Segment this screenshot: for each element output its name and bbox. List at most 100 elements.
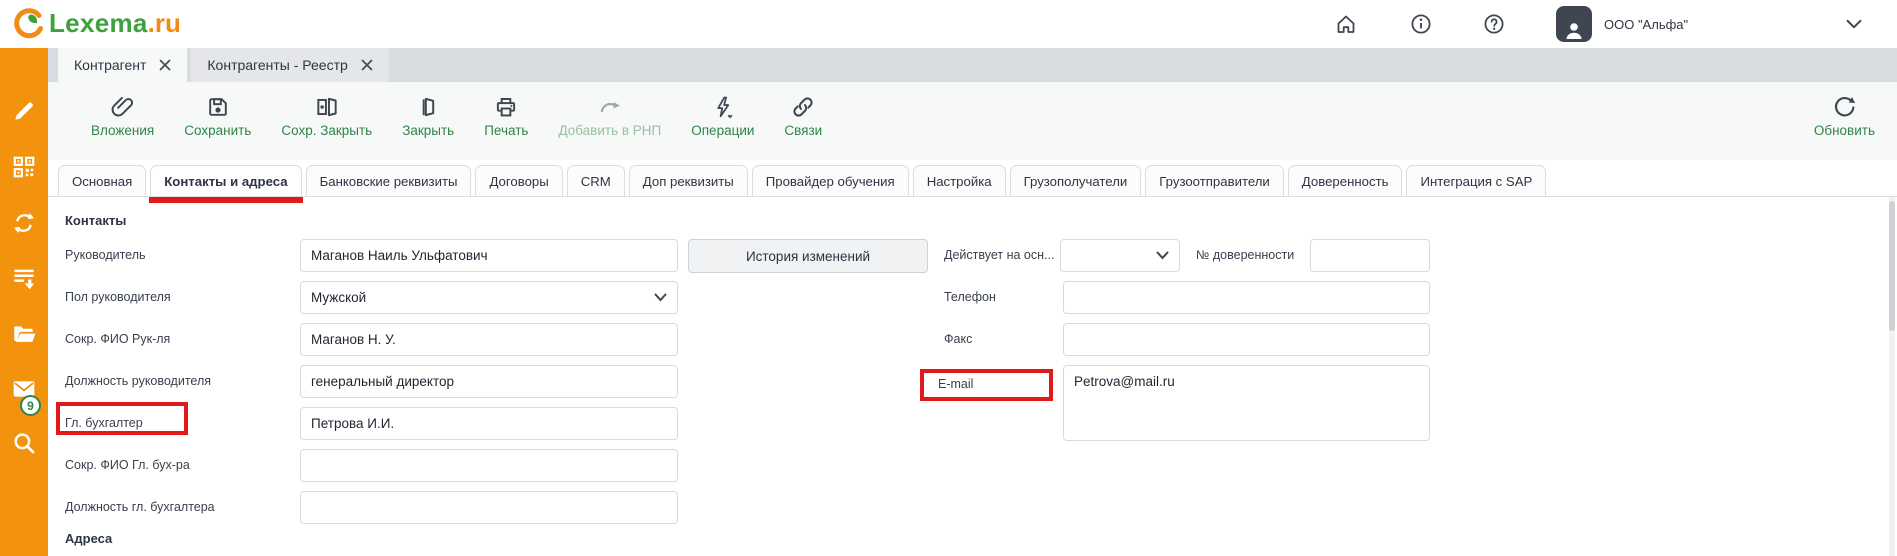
print-button[interactable]: Печать xyxy=(469,94,543,138)
tab-settings[interactable]: Настройка xyxy=(913,165,1006,196)
manager-position-label: Должность руководителя xyxy=(65,374,211,388)
edit-pencil-icon[interactable] xyxy=(11,98,37,124)
person-icon xyxy=(1562,18,1586,42)
refresh-icon xyxy=(1831,94,1857,120)
manager-short-label: Сокр. ФИО Рук-ля xyxy=(65,332,170,346)
doc-tab-kontragenty-reestr[interactable]: Контрагенты - Реестр xyxy=(191,48,388,82)
tab-label: Контакты и адреса xyxy=(164,174,287,189)
tab-additional-details[interactable]: Доп реквизиты xyxy=(629,165,748,196)
operations-button[interactable]: Операции xyxy=(676,94,769,138)
folder-open-icon[interactable] xyxy=(11,321,37,347)
tab-training-provider[interactable]: Провайдер обучения xyxy=(752,165,909,196)
manager-gender-select[interactable]: Мужской xyxy=(300,281,678,314)
doc-tab-kontragent[interactable]: Контрагент xyxy=(58,48,187,82)
help-icon[interactable] xyxy=(1482,12,1506,36)
manager-short-input[interactable]: Маганов Н. У. xyxy=(300,323,678,356)
poa-number-label: № доверенности xyxy=(1196,248,1294,262)
select-value: Мужской xyxy=(311,290,366,305)
contacts-section-header: Контакты xyxy=(65,213,126,228)
links-button[interactable]: Связи xyxy=(769,94,837,138)
fax-input[interactable] xyxy=(1063,323,1430,356)
paperclip-icon xyxy=(110,94,136,120)
chevron-down-icon[interactable] xyxy=(1843,13,1865,35)
close-icon[interactable] xyxy=(361,59,373,71)
tab-consignees[interactable]: Грузополучатели xyxy=(1010,165,1142,196)
manager-position-input[interactable]: генеральный директор xyxy=(300,365,678,398)
attachments-button[interactable]: Вложения xyxy=(76,94,169,138)
lexema-logo[interactable]: Lexema.ru xyxy=(12,6,181,40)
tab-shippers[interactable]: Грузоотправители xyxy=(1145,165,1284,196)
manager-label: Руководитель xyxy=(65,248,146,262)
app-window: Lexema.ru ООО "Альфа" xyxy=(0,0,1897,556)
phone-label: Телефон xyxy=(944,290,996,304)
add-to-rnp-button[interactable]: Добавить в РНП xyxy=(543,94,676,138)
tab-label: Договоры xyxy=(489,174,548,189)
document-tabbar: Контрагент Контрагенты - Реестр xyxy=(48,48,1897,82)
email-label: E-mail xyxy=(938,377,973,391)
tab-label: CRM xyxy=(581,174,611,189)
button-label: Обновить xyxy=(1814,123,1875,138)
vertical-scrollbar[interactable] xyxy=(1889,197,1895,556)
email-textarea[interactable]: Petrova@mail.ru xyxy=(1063,365,1430,441)
tab-sap-integration[interactable]: Интеграция с SAP xyxy=(1406,165,1546,196)
tab-label: Настройка xyxy=(927,174,992,189)
save-button[interactable]: Сохранить xyxy=(169,94,266,138)
poa-number-input[interactable] xyxy=(1310,239,1430,272)
form-tabstrip: Основная Контакты и адреса Банковские ре… xyxy=(48,160,1897,197)
tab-main[interactable]: Основная xyxy=(58,165,146,196)
chief-accountant-short-input[interactable] xyxy=(300,449,678,482)
close-button[interactable]: Закрыть xyxy=(387,94,469,138)
import-list-icon[interactable] xyxy=(11,266,37,292)
mail-badge: 9 xyxy=(20,395,41,416)
tab-power-of-attorney[interactable]: Доверенность xyxy=(1288,165,1403,196)
logo-icon xyxy=(12,6,46,40)
button-label: Добавить в РНП xyxy=(558,123,661,138)
tab-label: Грузоотправители xyxy=(1159,174,1270,189)
tab-label: Интеграция с SAP xyxy=(1420,174,1532,189)
tab-contracts[interactable]: Договоры xyxy=(475,165,562,196)
tab-label: Грузополучатели xyxy=(1024,174,1128,189)
refresh-button[interactable]: Обновить xyxy=(1814,94,1875,138)
acts-on-basis-select[interactable] xyxy=(1060,239,1180,272)
chief-accountant-short-label: Сокр. ФИО Гл. бух-ра xyxy=(65,458,190,472)
chief-accountant-position-label: Должность гл. бухгалтера xyxy=(65,500,215,514)
home-icon[interactable] xyxy=(1334,12,1358,36)
door-icon xyxy=(415,94,441,120)
chief-accountant-position-input[interactable] xyxy=(300,491,678,524)
redo-arrow-icon xyxy=(597,94,623,120)
history-of-changes-button[interactable]: История изменений xyxy=(688,239,928,273)
info-icon[interactable] xyxy=(1409,12,1433,36)
scrollbar-thumb[interactable] xyxy=(1889,201,1895,331)
company-name: ООО "Альфа" xyxy=(1604,17,1688,32)
top-header: Lexema.ru ООО "Альфа" xyxy=(0,0,1897,48)
button-label: Операции xyxy=(691,123,754,138)
tab-label: Банковские реквизиты xyxy=(320,174,458,189)
button-label: Печать xyxy=(484,123,528,138)
manager-gender-label: Пол руководителя xyxy=(65,290,171,304)
phone-input[interactable] xyxy=(1063,281,1430,314)
user-avatar[interactable] xyxy=(1556,6,1592,42)
close-icon[interactable] xyxy=(159,59,171,71)
logo-text: Lexema xyxy=(49,8,148,39)
sync-icon[interactable] xyxy=(11,210,37,236)
tab-crm[interactable]: CRM xyxy=(567,165,625,196)
tab-label: Провайдер обучения xyxy=(766,174,895,189)
search-icon[interactable] xyxy=(11,430,37,456)
chief-accountant-input[interactable]: Петрова И.И. xyxy=(300,407,678,440)
tab-contacts-addresses[interactable]: Контакты и адреса xyxy=(150,165,301,196)
save-close-button[interactable]: Сохр. Закрыть xyxy=(266,94,387,138)
addresses-section-header: Адреса xyxy=(65,531,112,546)
tab-label: Доверенность xyxy=(1302,174,1389,189)
printer-icon xyxy=(493,94,519,120)
annotation-underline-contacts-tab xyxy=(149,197,302,203)
manager-input[interactable]: Маганов Наиль Ульфатович xyxy=(300,239,678,272)
tab-bank-details[interactable]: Банковские реквизиты xyxy=(306,165,472,196)
tab-label: Доп реквизиты xyxy=(643,174,734,189)
lightning-icon xyxy=(710,94,736,120)
button-label: Сохранить xyxy=(184,123,251,138)
button-label: Связи xyxy=(784,123,822,138)
toolbar: Вложения Сохранить Сохр. Закрыть xyxy=(48,82,1897,160)
qr-code-icon[interactable] xyxy=(11,154,37,180)
toolbar-buttons: Вложения Сохранить Сохр. Закрыть xyxy=(76,94,837,138)
fax-label: Факс xyxy=(944,332,972,346)
